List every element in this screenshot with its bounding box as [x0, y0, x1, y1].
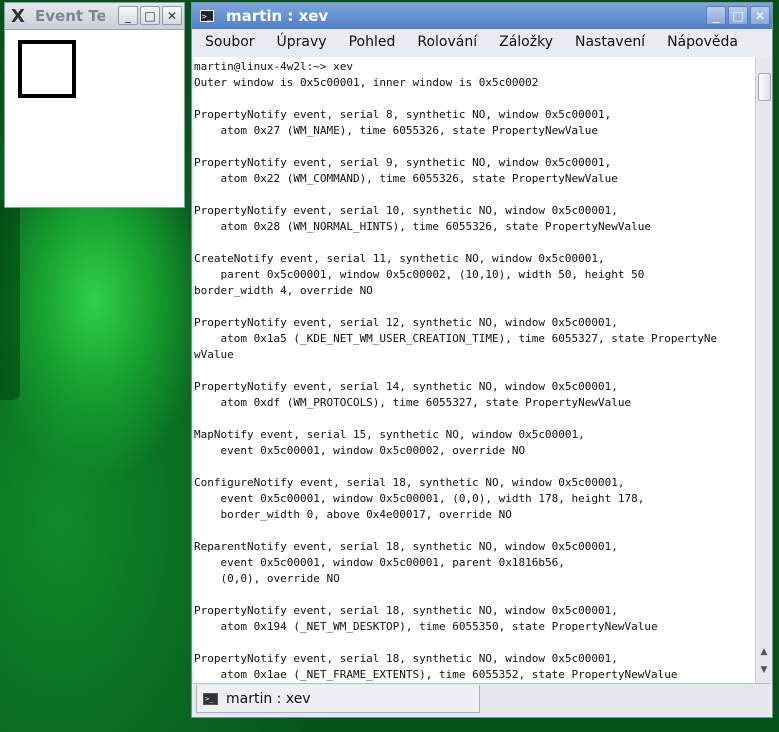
terminal-line: atom 0x27 (WM_NAME), time 6055326, state…: [220, 124, 598, 137]
terminal-line: CreateNotify event, serial 11, synthetic…: [194, 252, 605, 265]
terminal-line: ReparentNotify event, serial 18, synthet…: [194, 540, 618, 553]
terminal-line: PropertyNotify event, serial 18, synthet…: [194, 652, 618, 665]
event-tester-titlebar[interactable]: X Event Te _ □ ✕: [5, 3, 184, 30]
terminal-line: atom 0xdf (WM_PROTOCOLS), time 6055327, …: [220, 396, 632, 409]
terminal-line: PropertyNotify event, serial 14, synthet…: [194, 380, 618, 393]
x-app-icon[interactable]: X: [9, 6, 27, 27]
konsole-titlebar[interactable]: >_ martin : xev _ □ ✕: [192, 3, 772, 29]
tab-martin-xev[interactable]: >_ martin : xev: [196, 685, 480, 713]
event-tester-title: Event Te: [35, 7, 105, 25]
terminal-line: Outer window is 0x5c00001, inner window …: [194, 76, 539, 89]
inner-test-window[interactable]: [18, 40, 76, 98]
maximize-button[interactable]: □: [140, 6, 160, 25]
konsole-title: martin : xev: [226, 7, 329, 25]
terminal-line: atom 0x28 (WM_NORMAL_HINTS), time 605532…: [220, 220, 651, 233]
scroll-down-button-icon[interactable]: ▼: [756, 665, 772, 679]
menu-nastaveni[interactable]: Nastavení: [562, 34, 654, 50]
menu-soubor[interactable]: Soubor: [192, 34, 264, 50]
terminal-icon: >_: [203, 692, 218, 705]
minimize-button[interactable]: _: [118, 6, 138, 25]
terminal-line: PropertyNotify event, serial 18, synthet…: [194, 604, 618, 617]
scrollbar-thumb[interactable]: [758, 73, 771, 101]
menu-napoveda[interactable]: Nápověda: [654, 34, 747, 50]
menu-rolovani[interactable]: Rolování: [404, 34, 486, 50]
terminal-line: martin@linux-4w2l:~> xev: [194, 60, 353, 73]
scroll-up-button-icon[interactable]: ▲: [756, 647, 772, 661]
terminal-output[interactable]: martin@linux-4w2l:~> xev Outer window is…: [194, 57, 755, 683]
desktop-background: [0, 200, 20, 400]
terminal-line: parent 0x5c00001, window 0x5c00002, (10,…: [220, 268, 645, 281]
terminal-line: border_width 4, override NO: [194, 284, 373, 297]
event-tester-window[interactable]: X Event Te _ □ ✕: [4, 2, 185, 208]
terminal-line: PropertyNotify event, serial 9, syntheti…: [194, 156, 612, 169]
scroll-up-arrow[interactable]: [756, 57, 772, 71]
minimize-button[interactable]: _: [706, 6, 726, 25]
menubar: Soubor Úpravy Pohled Rolování Záložky Na…: [192, 29, 772, 55]
terminal-line: PropertyNotify event, serial 12, synthet…: [194, 316, 618, 329]
terminal-line: atom 0x1a5 (_KDE_NET_WM_USER_CREATION_TI…: [220, 332, 718, 345]
terminal-line: atom 0x1ae (_NET_FRAME_EXTENTS), time 60…: [220, 668, 678, 681]
terminal-line: (0,0), override NO: [220, 572, 340, 585]
menu-zalozky[interactable]: Záložky: [486, 34, 562, 50]
terminal-line: atom 0x194 (_NET_WM_DESKTOP), time 60553…: [220, 620, 658, 633]
terminal-line: event 0x5c00001, window 0x5c00001, paren…: [220, 556, 565, 569]
menu-upravy[interactable]: Úpravy: [264, 34, 336, 50]
tab-bar: >_ martin : xev: [194, 683, 770, 716]
close-button[interactable]: ✕: [162, 6, 182, 25]
terminal-icon[interactable]: >_: [200, 10, 214, 22]
terminal-line: ConfigureNotify event, serial 18, synthe…: [194, 476, 625, 489]
konsole-window[interactable]: >_ martin : xev _ □ ✕ Soubor Úpravy Pohl…: [191, 2, 773, 718]
close-button[interactable]: ✕: [750, 6, 770, 25]
terminal-line: atom 0x22 (WM_COMMAND), time 6055326, st…: [220, 172, 618, 185]
terminal-text: martin@linux-4w2l:~> xev Outer window is…: [194, 57, 755, 683]
terminal-line: PropertyNotify event, serial 8, syntheti…: [194, 108, 612, 121]
terminal-line: event 0x5c00001, window 0x5c00001, (0,0)…: [220, 492, 645, 505]
terminal-scrollbar[interactable]: ▲ ▼: [755, 57, 772, 683]
maximize-button[interactable]: □: [728, 6, 748, 25]
terminal-line: event 0x5c00001, window 0x5c00002, overr…: [220, 444, 526, 457]
menu-pohled[interactable]: Pohled: [336, 34, 405, 50]
tab-label: martin : xev: [226, 690, 311, 707]
terminal-line: wValue: [194, 348, 234, 361]
terminal-line: border_width 0, above 0x4e00017, overrid…: [220, 508, 512, 521]
terminal-line: PropertyNotify event, serial 10, synthet…: [194, 204, 618, 217]
terminal-line: MapNotify event, serial 15, synthetic NO…: [194, 428, 585, 441]
